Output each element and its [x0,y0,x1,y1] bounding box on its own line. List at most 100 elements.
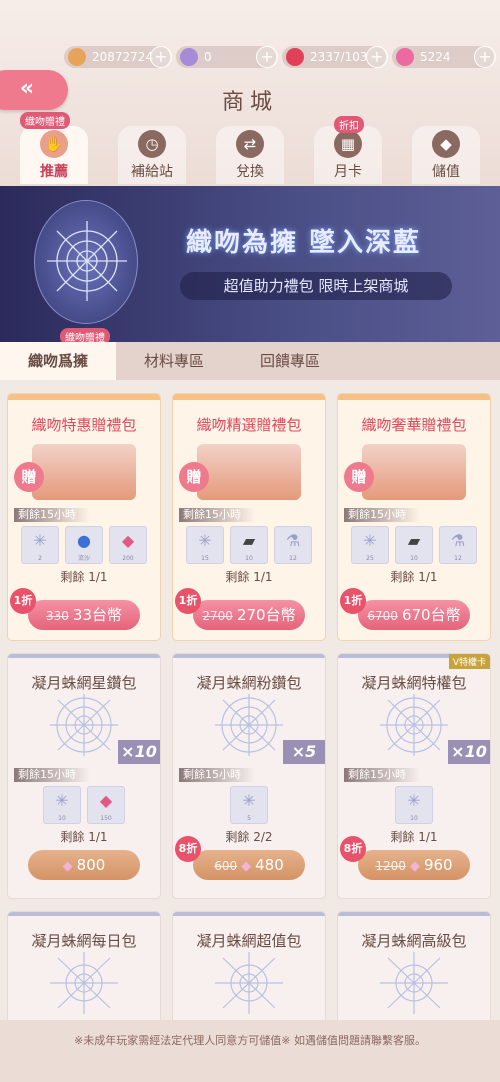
quantity-label: ×10 [118,740,160,764]
subtab-zhiwen[interactable]: 織吻爲擁 [0,342,116,380]
quicksand-item[interactable]: ● 流沙 [65,526,103,564]
featured-pack-card[interactable]: 織吻精選贈禮包 贈 剩餘15小時 ✳ 15 ▰ 10 ⚗ 12 剩餘 1/1 2700… [173,394,325,640]
heart-icon [286,48,304,66]
pack-items: ✳ 10 [338,786,490,824]
discount-badge: 8折 [175,836,201,862]
remaining-count: 剩餘 1/1 [390,570,438,584]
tab-label: 補給站 [131,164,173,180]
gift-box-icon [32,444,136,500]
tab-badge: 織吻贈禮 [20,112,70,129]
featured-pack-card[interactable]: 織吻奢華贈禮包 贈 剩餘15小時 ✳ 25 ▰ 10 ⚗ 12 剩餘 1/1 6700… [338,394,490,640]
remaining-count: 剩餘 1/1 [225,570,273,584]
banner-subtitle: 超值助力禮包 限時上架商城 [180,272,452,300]
gift-badge: 贈 [179,462,209,492]
card-item[interactable]: ▰ 10 [230,526,268,564]
gift-box-icon [197,444,301,500]
web-item[interactable]: ✳ 10 [43,786,81,824]
shop-content: 織吻特惠贈禮包 贈 剩餘15小時 ✳ 2 ● 流沙 ◆ 200 剩餘 1/1 330 3… [0,380,500,1020]
buy-button[interactable]: 6700 670台幣 [358,600,470,630]
spider-web-icon [50,952,118,1014]
coin-counter: 20872724 + [64,46,172,68]
buy-button[interactable]: 2700 270台幣 [193,600,305,630]
promo-banner[interactable]: 織吻為擁 墜入深藍 超值助力禮包 限時上架商城 [0,186,500,342]
time-left: 剩餘15小時 [14,768,90,782]
tab-topup[interactable]: ◆ 儲值 [412,126,480,184]
web-item[interactable]: ✳ 2 [21,526,59,564]
pack-items: ✳ 2 ● 流沙 ◆ 200 [8,526,160,564]
pack-title: 織吻奢華贈禮包 [361,416,467,434]
spider-web-icon [50,694,118,756]
pack-title: 凝月蛛網粉鑽包 [196,674,302,692]
diamond-value: 0 [204,50,212,64]
web-icon: ✳ [242,791,256,810]
pink-diamond-icon [396,48,414,66]
pack-items: ✳ 5 [173,786,325,824]
web-pack-card[interactable]: 凝月蛛網粉鑽包 ×5 剩餘15小時 ✳ 5 剩餘 2/2 600 ◆ 480 8折 [173,654,325,898]
tab-exchange[interactable]: ⇄ 兌換 [216,126,284,184]
gift-badge: 贈 [14,462,44,492]
add-pink-diamond-button[interactable]: + [474,46,496,68]
heart-counter: 2337/103 + [282,46,388,68]
pink-diamond-icon: ◆ [241,859,252,874]
page-title: 商城 [221,90,278,115]
coin-icon [68,48,86,66]
bottle-icon: ⚗ [450,531,466,550]
pink-diamond-value: 5224 [420,50,451,64]
web-pack-card[interactable]: 凝月蛛網星鑽包 ×10 剩餘15小時 ✳ 10 ◆ 150 剩餘 1/1 ◆ 800 [8,654,160,898]
web-icon: ✳ [55,791,69,810]
buy-button[interactable]: ◆ 800 [28,850,140,880]
web-icon: ✳ [198,531,212,550]
web-item[interactable]: ✳ 25 [351,526,389,564]
pink-diamond-counter: 5224 + [392,46,496,68]
pink-diamond-item[interactable]: ◆ 150 [87,786,125,824]
pink-diamond-icon: ◆ [62,859,73,874]
web-item[interactable]: ✳ 10 [395,786,433,824]
pack-title: 凝月蛛網星鑽包 [31,674,137,692]
buy-button[interactable]: 330 33台幣 [28,600,140,630]
spider-web-icon [34,200,138,324]
web-item[interactable]: ✳ 5 [230,786,268,824]
remaining-count: 剩餘 1/1 [60,830,108,844]
buy-button[interactable]: 600 ◆ 480 [193,850,305,880]
subtab-materials[interactable]: 材料專區 [116,342,232,380]
quicksand-icon: ● [77,531,91,550]
web-pack-card[interactable]: 凝月蛛網超值包 [173,912,325,1020]
web-pack-card[interactable]: 凝月蛛網高級包 [338,912,490,1020]
diamond-counter: 0 + [176,46,278,68]
web-icon: ✳ [363,531,377,550]
discount-badge: 1折 [340,588,366,614]
bottle-item[interactable]: ⚗ 12 [439,526,477,564]
web-pack-card[interactable]: 凝月蛛網每日包 [8,912,160,1020]
tab-recommend[interactable]: ✋ 推薦 [20,126,88,184]
gift-box-icon [362,444,466,500]
calendar-icon: ▦ [334,130,362,158]
pink-diamond-icon: ◆ [409,859,420,874]
time-left: 剩餘15小時 [14,508,90,522]
card-item[interactable]: ▰ 10 [395,526,433,564]
add-coin-button[interactable]: + [150,46,172,68]
web-pack-card[interactable]: V特權卡 凝月蛛網特權包 ×10 剩餘15小時 ✳ 10 剩餘 1/1 1200 ◆… [338,654,490,898]
quantity-label: ×10 [448,740,490,764]
spider-web-icon [380,952,448,1014]
pack-title: 凝月蛛網特權包 [361,674,467,692]
spider-web-icon [380,694,448,756]
tab-monthly-card[interactable]: ▦ 月卡 [314,126,382,184]
discount-badge: 1折 [10,588,36,614]
tab-supply[interactable]: ◷ 補給站 [118,126,186,184]
spider-web-icon [215,694,283,756]
card-icon: ▰ [407,531,421,550]
subtab-rewards[interactable]: 回饋專區 [232,342,348,380]
bottle-item[interactable]: ⚗ 12 [274,526,312,564]
time-left: 剩餘15小時 [179,768,255,782]
add-heart-button[interactable]: + [366,46,388,68]
diamond-icon [180,48,198,66]
add-diamond-button[interactable]: + [256,46,278,68]
pink-diamond-item[interactable]: ◆ 200 [109,526,147,564]
tab-label: 兌換 [236,164,264,180]
vip-badge: V特權卡 [448,654,490,669]
web-item[interactable]: ✳ 15 [186,526,224,564]
featured-pack-card[interactable]: 織吻特惠贈禮包 贈 剩餘15小時 ✳ 2 ● 流沙 ◆ 200 剩餘 1/1 330 3… [8,394,160,640]
diamond-icon: ◆ [432,130,460,158]
buy-button[interactable]: 1200 ◆ 960 [358,850,470,880]
footer-notice: ※未成年玩家需經法定代理人同意方可儲值※ 如遇儲值問題請聯繫客服。 [0,1020,500,1082]
